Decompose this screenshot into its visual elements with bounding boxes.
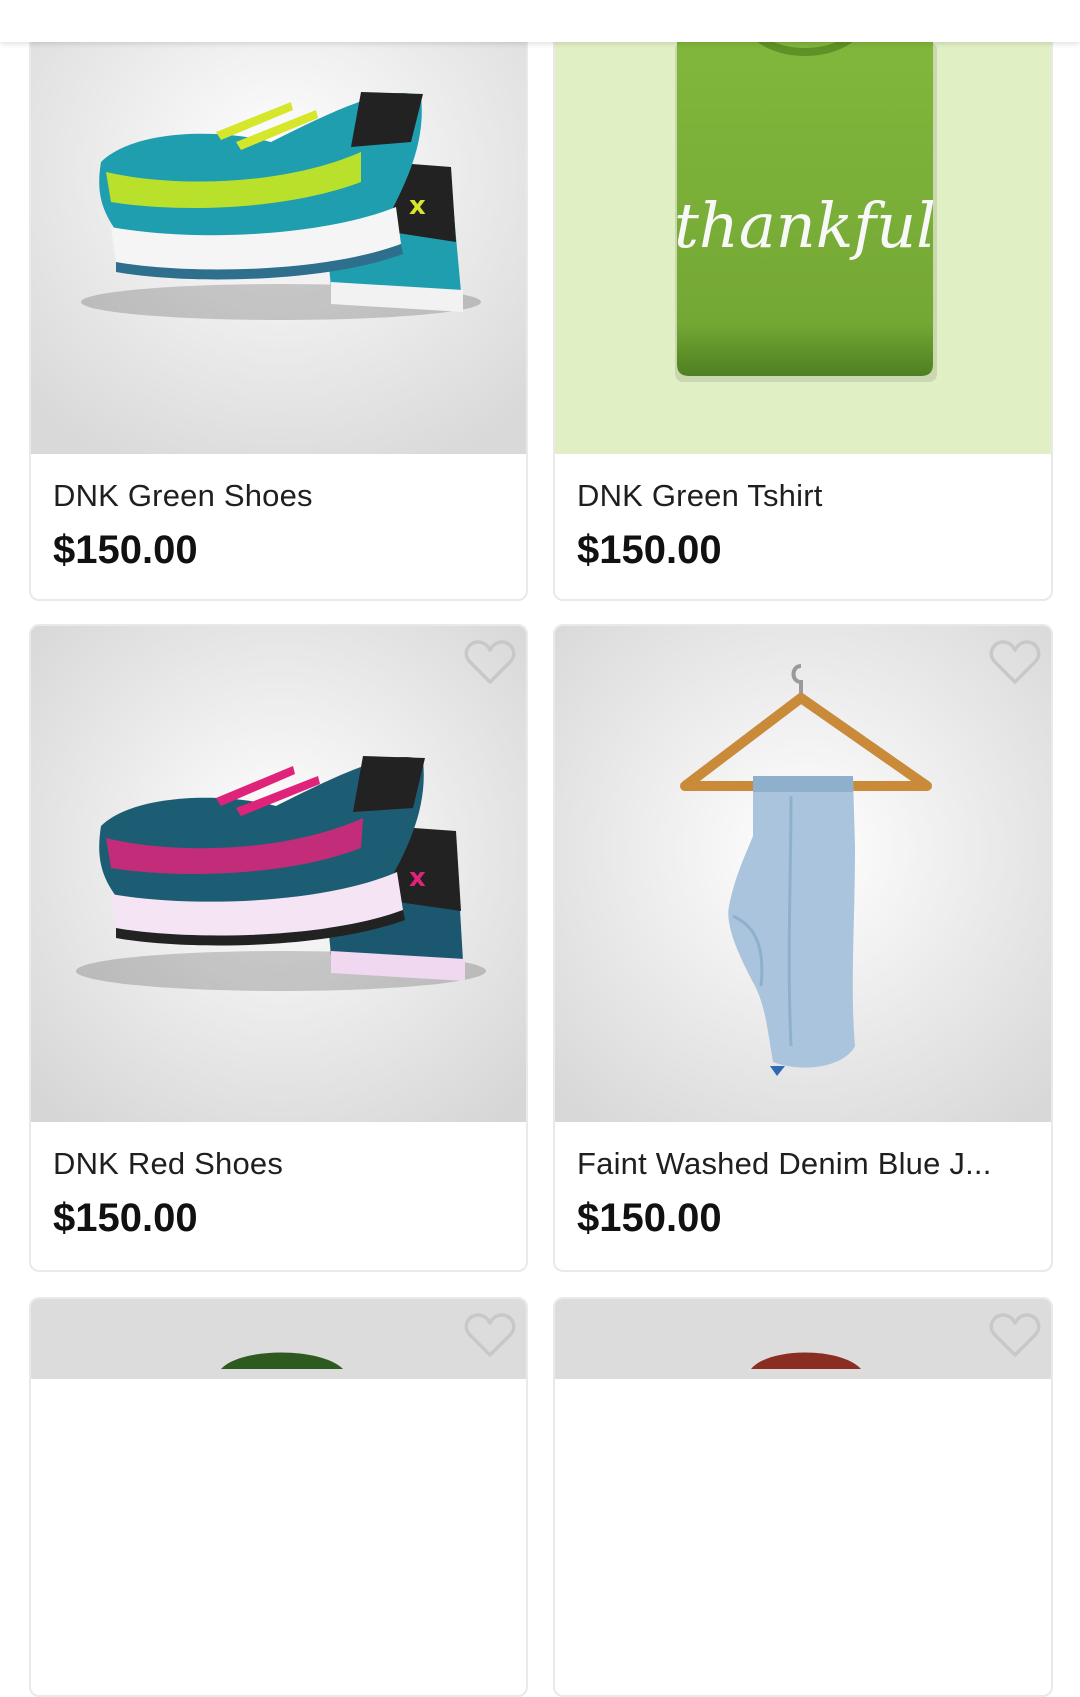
product-card-partial-right[interactable] — [553, 1297, 1053, 1697]
product-image-green-tshirt[interactable]: thankful — [555, 0, 1051, 454]
product-image-partial-right[interactable] — [555, 1299, 1051, 1695]
green-shoes-image: x — [31, 0, 526, 454]
product-name: DNK Green Shoes — [53, 478, 313, 513]
product-image-denim-jeans[interactable] — [555, 626, 1051, 1122]
product-name: DNK Red Shoes — [53, 1146, 284, 1181]
svg-text:x: x — [409, 191, 426, 221]
product-price: $150.00 — [53, 528, 198, 572]
product-price: $150.00 — [577, 1196, 722, 1240]
product-card-green-tshirt[interactable]: thankful DNK Green Tshirt $150.00 — [553, 0, 1053, 601]
product-info-denim-jeans: Faint Washed Denim Blue J... $150.00 — [577, 1146, 1037, 1242]
product-price: $150.00 — [577, 528, 722, 572]
svg-text:x: x — [409, 863, 426, 893]
product-info-green-shoes: DNK Green Shoes $150.00 — [53, 478, 512, 574]
product-card-partial-left[interactable] — [29, 1297, 528, 1697]
tshirt-print-text: thankful — [674, 189, 936, 262]
product-name: Faint Washed Denim Blue J... — [577, 1146, 992, 1181]
red-shoes-image: x — [31, 626, 526, 1122]
top-app-bar — [0, 0, 1080, 42]
green-tshirt-image: thankful — [555, 0, 1051, 454]
favorite-heart-icon[interactable] — [464, 1311, 516, 1359]
favorite-heart-icon[interactable] — [989, 638, 1041, 686]
favorite-heart-icon[interactable] — [464, 638, 516, 686]
product-card-denim-jeans[interactable]: Faint Washed Denim Blue J... $150.00 — [553, 624, 1053, 1272]
favorite-heart-icon[interactable] — [989, 1311, 1041, 1359]
partial-product-image-left — [31, 1299, 526, 1379]
product-grid: x DNK Green Shoes $150.00 thankful DNK G… — [0, 0, 1080, 1697]
product-info-green-tshirt: DNK Green Tshirt $150.00 — [577, 478, 1037, 574]
product-info-red-shoes: DNK Red Shoes $150.00 — [53, 1146, 512, 1242]
product-image-partial-left[interactable] — [31, 1299, 526, 1695]
product-price: $150.00 — [53, 1196, 198, 1240]
partial-product-image-right — [555, 1299, 1051, 1379]
product-image-green-shoes[interactable]: x — [31, 0, 526, 454]
product-card-green-shoes[interactable]: x DNK Green Shoes $150.00 — [29, 0, 528, 601]
product-image-red-shoes[interactable]: x — [31, 626, 526, 1122]
product-name: DNK Green Tshirt — [577, 478, 823, 513]
product-card-red-shoes[interactable]: x DNK Red Shoes $150.00 — [29, 624, 528, 1272]
denim-jeans-image — [555, 626, 1051, 1122]
